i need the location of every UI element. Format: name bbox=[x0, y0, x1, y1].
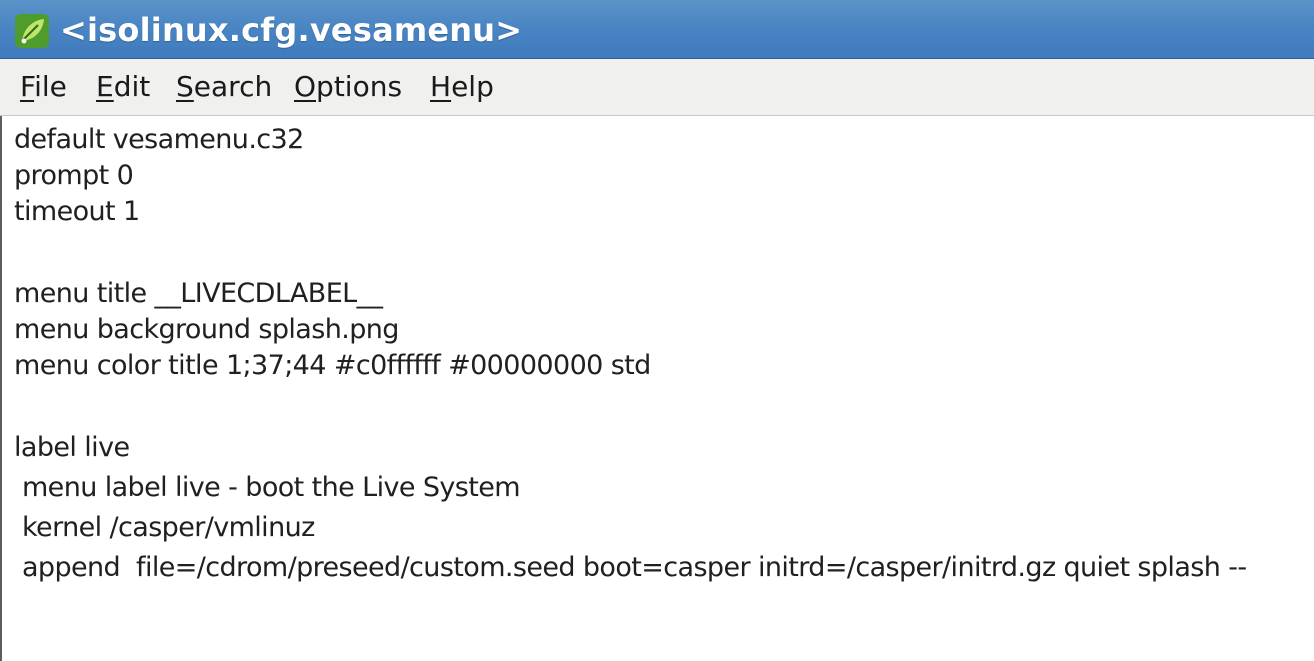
menu-help[interactable]: Help bbox=[430, 69, 494, 105]
editor-window: <isolinux.cfg.vesamenu> File Edit Search… bbox=[0, 0, 1314, 661]
editor-line-7[interactable]: menu color title 1;37;44 #c0ffffff #0000… bbox=[14, 346, 651, 386]
menu-options[interactable]: Options bbox=[294, 69, 402, 105]
menu-file-mnemonic: F bbox=[20, 70, 35, 103]
leaf-editor-icon bbox=[15, 14, 49, 48]
editor-line-9[interactable]: label live bbox=[14, 428, 130, 468]
menu-options-mnemonic: O bbox=[294, 70, 317, 103]
menu-edit[interactable]: Edit bbox=[96, 69, 150, 105]
menu-search[interactable]: Search bbox=[176, 69, 272, 105]
menu-help-rest: elp bbox=[451, 70, 494, 103]
editor-line-2[interactable]: prompt 0 bbox=[14, 156, 134, 196]
editor-line-10[interactable]: menu label live - boot the Live System bbox=[14, 468, 521, 508]
menu-help-mnemonic: H bbox=[430, 70, 452, 103]
menu-options-rest: ptions bbox=[316, 70, 403, 103]
menu-search-rest: earch bbox=[193, 70, 273, 103]
title-bar[interactable]: <isolinux.cfg.vesamenu> bbox=[0, 0, 1314, 59]
menu-search-mnemonic: S bbox=[176, 70, 194, 103]
text-editor-area[interactable]: default vesamenu.c32 prompt 0 timeout 1 … bbox=[0, 116, 1314, 661]
menu-file[interactable]: File bbox=[20, 69, 67, 105]
editor-line-11[interactable]: kernel /casper/vmlinuz bbox=[14, 508, 315, 548]
editor-line-5[interactable]: menu title __LIVECDLABEL__ bbox=[14, 274, 383, 314]
menu-edit-rest: dit bbox=[113, 70, 151, 103]
editor-line-12[interactable]: append file=/cdrom/preseed/custom.seed b… bbox=[14, 548, 1247, 588]
menu-bar: File Edit Search Options Help bbox=[0, 59, 1314, 116]
editor-line-3[interactable]: timeout 1 bbox=[14, 192, 140, 232]
menu-edit-mnemonic: E bbox=[96, 70, 114, 103]
menu-file-rest: ile bbox=[34, 70, 67, 103]
editor-line-1[interactable]: default vesamenu.c32 bbox=[14, 120, 304, 160]
editor-line-6[interactable]: menu background splash.png bbox=[14, 310, 399, 350]
window-title: <isolinux.cfg.vesamenu> bbox=[60, 11, 523, 49]
